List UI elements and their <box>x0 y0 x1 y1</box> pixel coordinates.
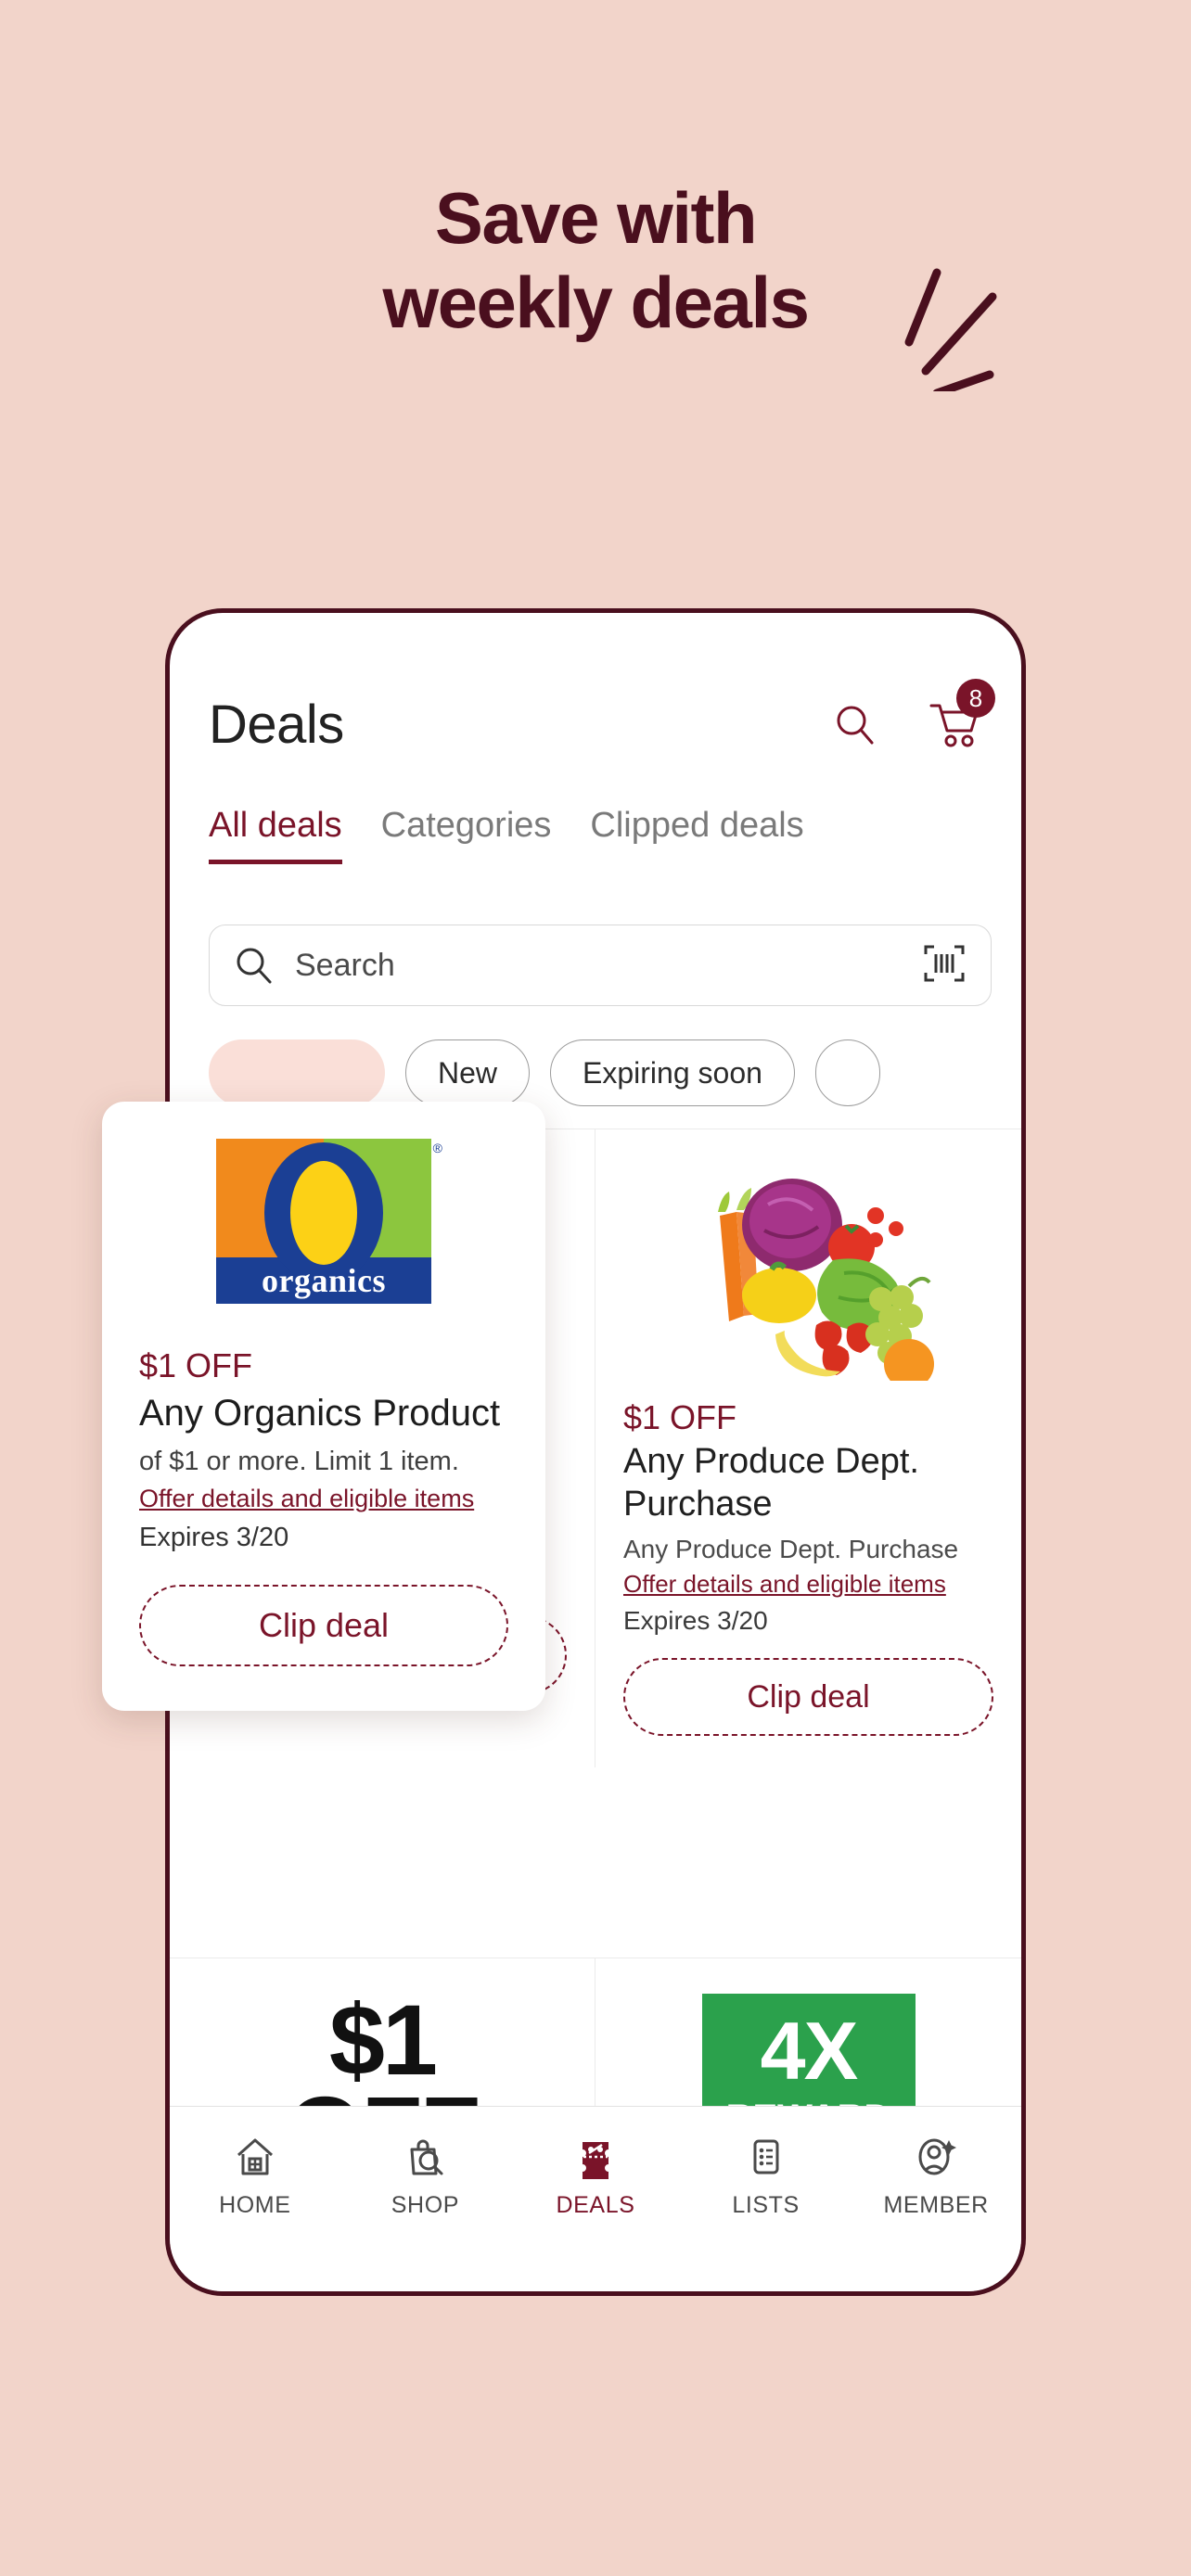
nav-item-lists[interactable]: LISTS <box>681 2135 852 2219</box>
search-icon <box>837 706 874 745</box>
cart-button[interactable]: 8 <box>928 679 995 751</box>
shop-bag-icon <box>410 2139 443 2175</box>
deal-card-produce[interactable]: $1 OFF Any Produce Dept. Purchase Any Pr… <box>596 1129 1021 1768</box>
floating-card-subtitle: of $1 or more. Limit 1 item. <box>139 1447 459 1476</box>
nav-label: HOME <box>219 2192 291 2218</box>
nav-label: MEMBER <box>883 2192 989 2218</box>
nav-label: DEALS <box>556 2192 635 2218</box>
chip-expiring-soon[interactable]: Expiring soon <box>550 1039 795 1106</box>
produce-assortment-icon <box>717 1179 934 1381</box>
chip-selected[interactable] <box>209 1039 385 1106</box>
app-header: Deals 8 <box>170 669 1021 780</box>
nav-item-shop[interactable]: SHOP <box>340 2135 511 2219</box>
offer-details-link[interactable]: Offer details and eligible items <box>623 1570 946 1599</box>
o-organics-wordmark: organics <box>262 1262 386 1299</box>
deal-title: Any Produce Dept. Purchase <box>623 1442 919 1524</box>
floating-card-expires: Expires 3/20 <box>139 1523 289 1552</box>
search-input[interactable]: Search <box>209 925 992 1006</box>
barcode-scan-button[interactable] <box>922 941 967 990</box>
list-icon <box>753 2139 779 2174</box>
nav-label: LISTS <box>732 2192 800 2218</box>
ticket-percent-icon <box>582 2142 608 2179</box>
filter-chips: New Expiring soon <box>209 1039 880 1106</box>
tab-clipped-deals[interactable]: Clipped deals <box>590 806 803 864</box>
cart-badge: 8 <box>956 679 995 718</box>
home-icon <box>237 2138 273 2175</box>
nav-item-home[interactable]: HOME <box>170 2135 340 2219</box>
clip-deal-button[interactable]: Clip deal <box>623 1658 993 1737</box>
floating-card-offer-details-link[interactable]: Offer details and eligible items <box>139 1485 474 1513</box>
nav-item-deals[interactable]: DEALS <box>510 2135 681 2219</box>
hero-line-1: Save with <box>434 177 758 259</box>
search-icon <box>237 948 272 984</box>
bottom-navigation: HOME SHOP DEALS LISTS MEMBER <box>170 2106 1021 2291</box>
registered-mark: ® <box>432 1141 442 1155</box>
deals-tabs: All deals Categories Clipped deals <box>170 806 1021 864</box>
sparkle-lines-icon <box>904 268 997 391</box>
chip-new[interactable]: New <box>405 1039 531 1106</box>
search-placeholder: Search <box>295 947 395 983</box>
floating-card-image: organics ® <box>139 1139 508 1304</box>
tab-categories[interactable]: Categories <box>381 806 552 864</box>
page-title: Deals <box>209 694 344 755</box>
nav-item-member[interactable]: MEMBER <box>851 2135 1021 2219</box>
header-search-button[interactable] <box>828 697 882 751</box>
member-account-icon <box>918 2138 957 2175</box>
floating-card-discount: $1 OFF <box>139 1346 253 1384</box>
floating-card-title: Any Organics Product <box>139 1393 501 1434</box>
floating-deal-card[interactable]: organics ® $1 OFF Any Organics Product o… <box>102 1102 545 1711</box>
deal-discount: $1 OFF <box>623 1398 737 1436</box>
deal-subtitle: Any Produce Dept. Purchase <box>623 1535 959 1564</box>
header-actions: 8 <box>828 679 995 751</box>
o-organics-logo-icon: organics ® <box>216 1139 442 1304</box>
chip-overflow[interactable] <box>814 1039 880 1106</box>
floating-card-clip-deal-button[interactable]: Clip deal <box>139 1585 508 1666</box>
deal-expires: Expires 3/20 <box>623 1606 768 1636</box>
nav-label: SHOP <box>391 2192 460 2218</box>
tab-all-deals[interactable]: All deals <box>209 806 342 864</box>
reward-multiplier: 4X <box>760 2005 859 2097</box>
barcode-scan-icon <box>924 945 965 981</box>
deal-image-produce <box>623 1154 993 1385</box>
